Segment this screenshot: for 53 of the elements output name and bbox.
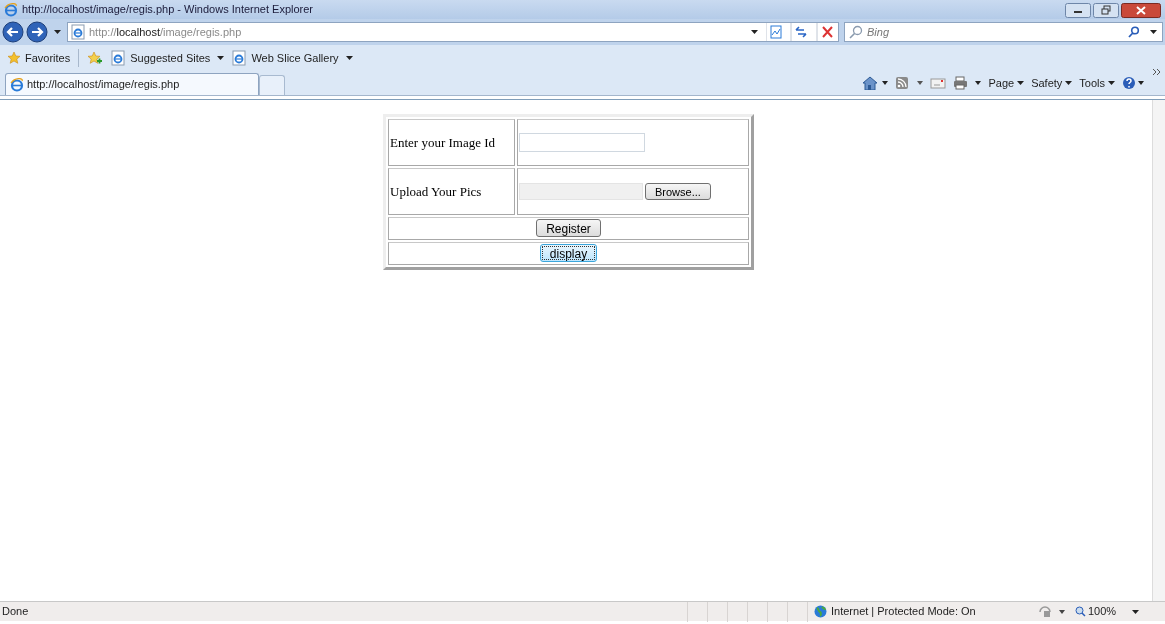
browser-logo-icon: [10, 77, 24, 92]
window-title: http://localhost/image/regis.php - Windows Internet Explorer: [22, 2, 314, 18]
page-icon: [111, 50, 126, 66]
caret-icon: [1065, 81, 1073, 85]
field-label: Upload Your Pics: [390, 183, 482, 199]
search-icon: [849, 25, 863, 39]
help-icon[interactable]: [1122, 76, 1146, 90]
security-zone: Internet | Protected Mode: On: [831, 604, 976, 620]
protected-mode-icon[interactable]: [1039, 605, 1067, 618]
file-path-field[interactable]: [519, 183, 643, 200]
dropdown-icon[interactable]: [1132, 609, 1140, 614]
restore-button[interactable]: [1093, 2, 1119, 18]
caret-icon: [1017, 81, 1025, 85]
address-field[interactable]: http://localhost/image/regis.php: [67, 22, 839, 42]
scrollbar[interactable]: [1152, 100, 1165, 601]
status-text: Done: [1, 604, 30, 620]
dropdown-icon[interactable]: [1150, 30, 1157, 34]
home-icon[interactable]: [862, 76, 889, 90]
star-icon: [7, 51, 21, 65]
favorites-button[interactable]: Favorites: [7, 49, 71, 67]
address-url: http://localhost/image/regis.php: [89, 24, 243, 40]
favorites-link[interactable]: Web Slice Gallery: [232, 49, 353, 67]
minimize-button[interactable]: [1065, 2, 1091, 18]
caret-icon: [345, 56, 353, 60]
print-icon[interactable]: [953, 76, 982, 90]
caret-icon: [217, 56, 225, 60]
browser-logo-icon: [4, 2, 18, 17]
browse-button[interactable]: Browse...: [645, 183, 711, 200]
dropdown-icon[interactable]: [751, 30, 758, 34]
feed-icon[interactable]: [895, 76, 924, 90]
form-button[interactable]: display: [539, 243, 598, 262]
command-menu[interactable]: Tools: [1079, 74, 1115, 92]
back-button[interactable]: [2, 21, 24, 43]
page-icon: [71, 24, 85, 40]
command-menu[interactable]: Page: [988, 74, 1025, 92]
search-field[interactable]: Bing: [844, 22, 1163, 42]
forward-button[interactable]: [26, 21, 48, 43]
add-favorite-icon[interactable]: [87, 51, 104, 65]
page-icon: [232, 50, 247, 66]
field-label: Enter your Image Id: [390, 134, 496, 150]
favorites-link[interactable]: Suggested Sites: [111, 49, 225, 67]
history-dropdown-icon[interactable]: [54, 30, 61, 34]
text-input[interactable]: [519, 133, 645, 152]
overflow-chevron-icon[interactable]: [1153, 69, 1161, 75]
form-button[interactable]: Register: [536, 218, 601, 237]
close-button[interactable]: [1121, 2, 1161, 18]
caret-icon: [1108, 81, 1115, 85]
search-icon[interactable]: [1128, 26, 1140, 38]
browser-tab[interactable]: http://localhost/image/regis.php: [5, 73, 259, 95]
command-menu[interactable]: Safety: [1031, 74, 1073, 92]
zoom-icon: [1075, 606, 1086, 617]
zoom-button[interactable]: 100%: [1075, 603, 1117, 620]
globe-icon: [814, 605, 827, 618]
